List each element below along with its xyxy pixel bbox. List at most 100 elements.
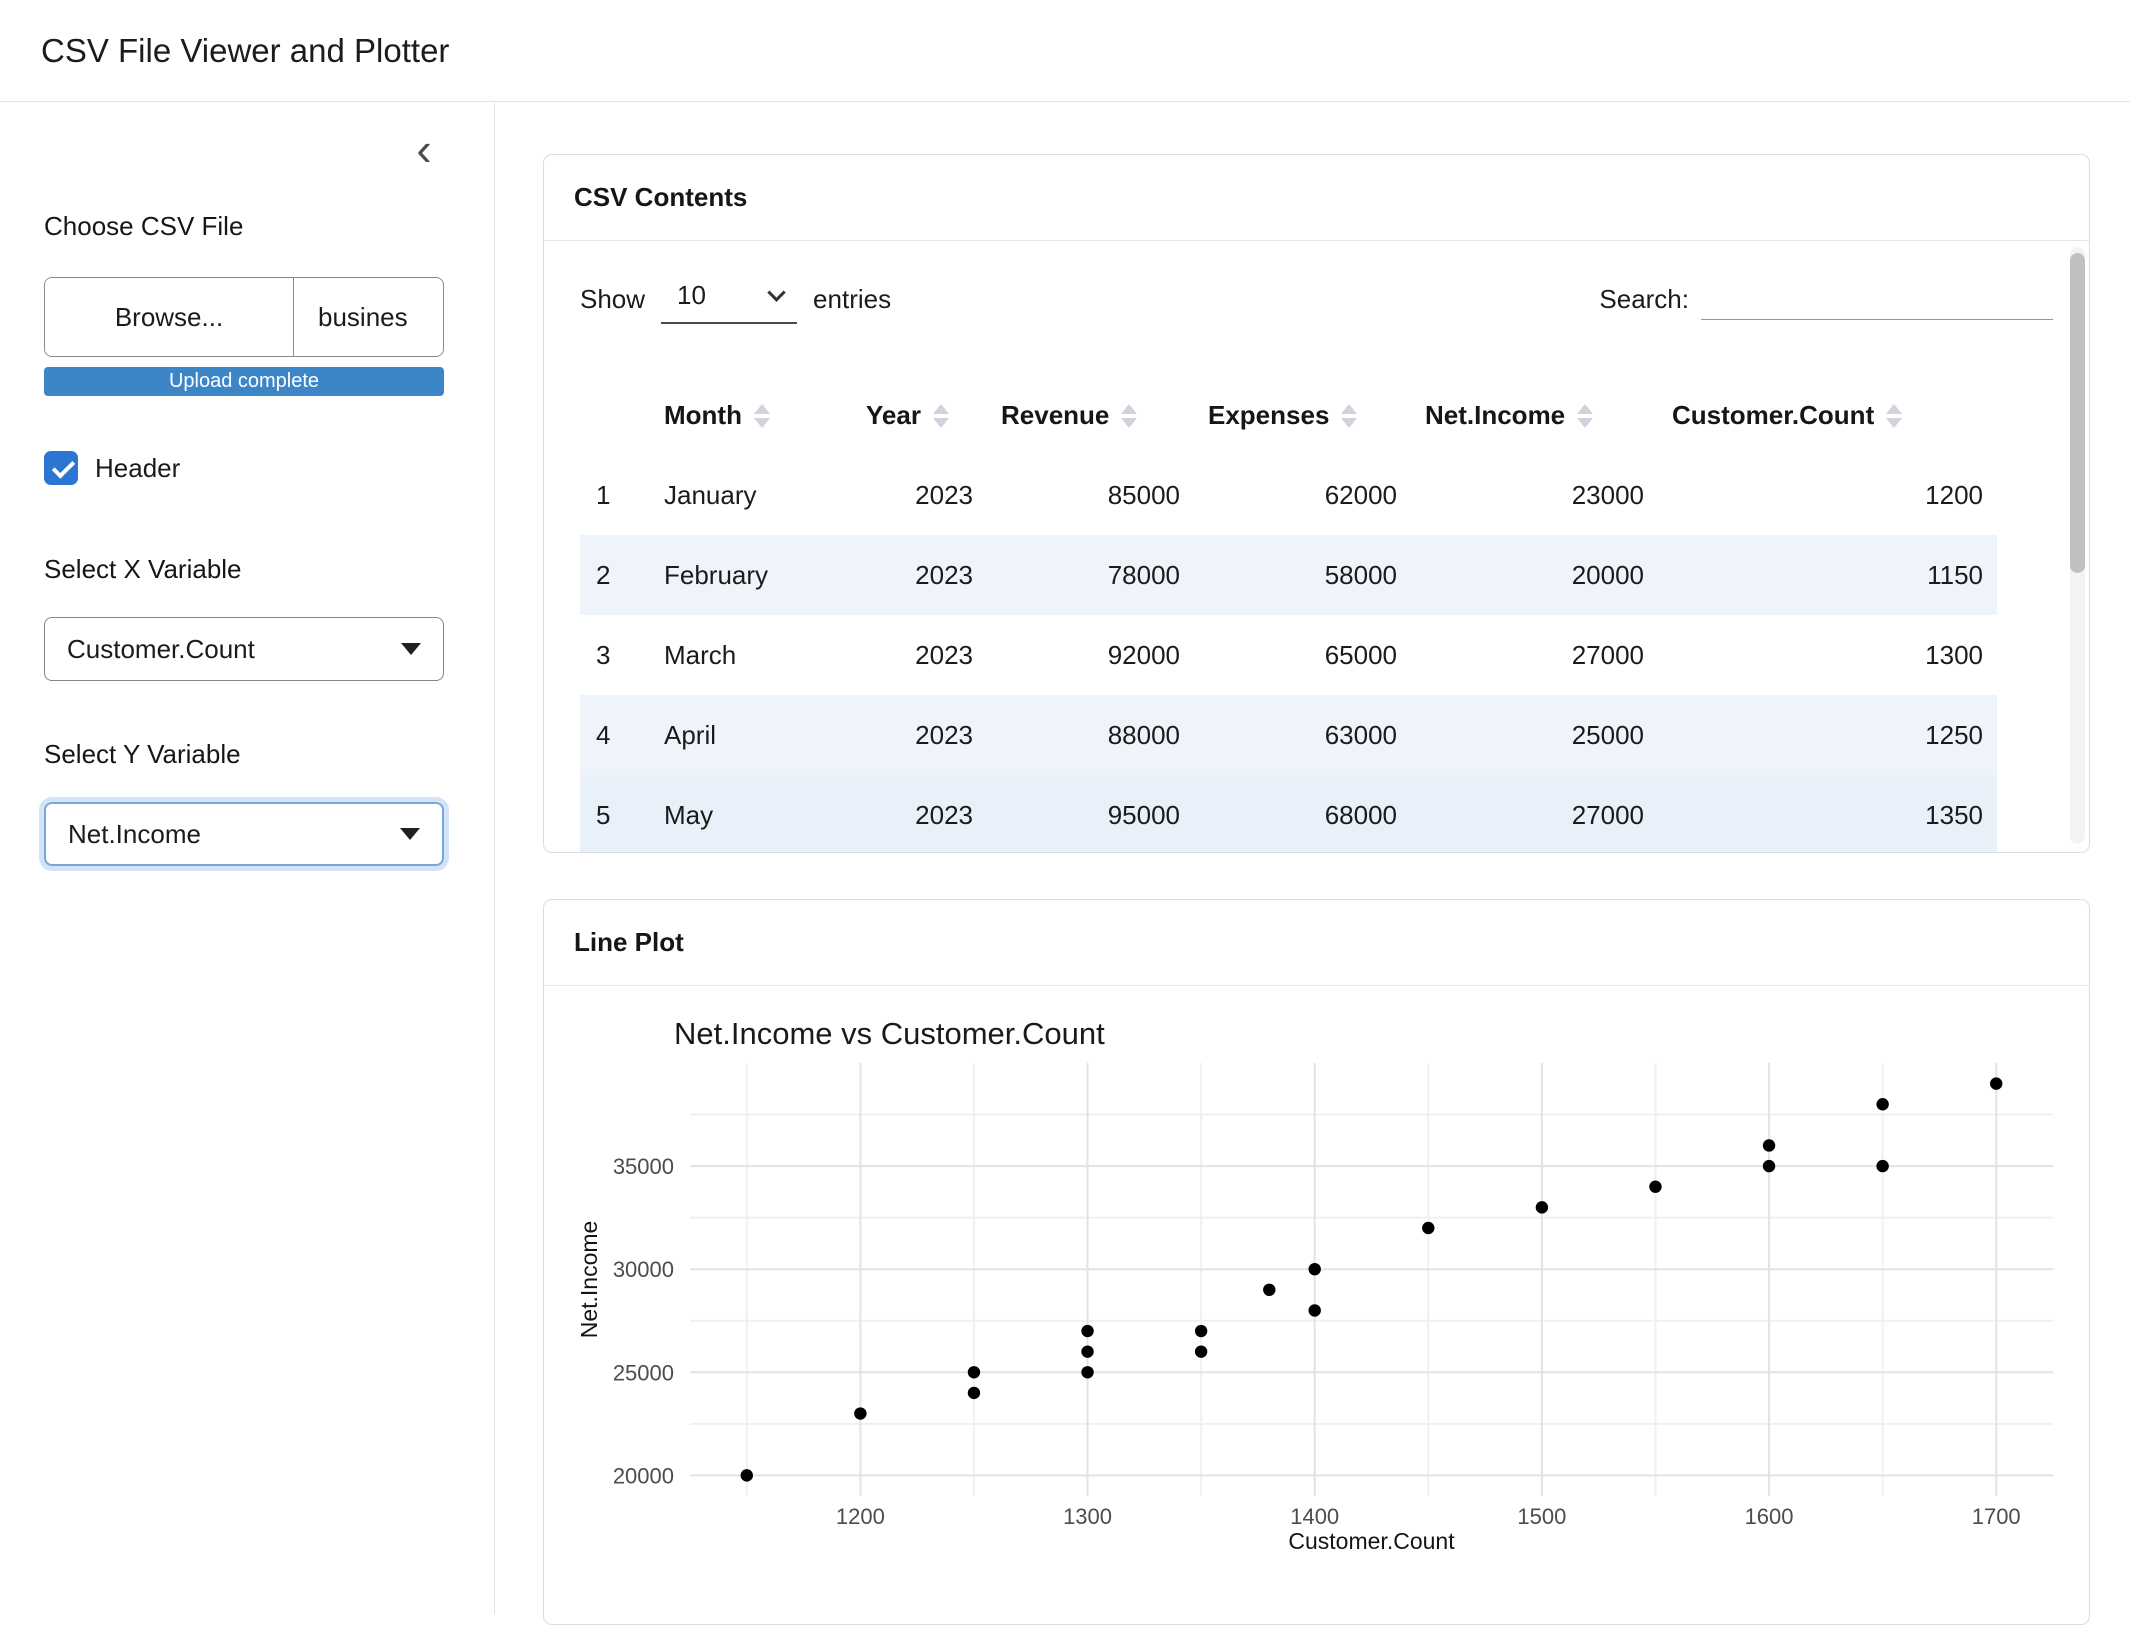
page-length-select[interactable]: 10 bbox=[661, 274, 797, 324]
y-variable-value: Net.Income bbox=[68, 819, 400, 850]
x-variable-value: Customer.Count bbox=[67, 634, 401, 665]
line-plot-card: Line Plot 200002500030000350001200130014… bbox=[543, 899, 2090, 1625]
header-checkbox-label: Header bbox=[95, 453, 180, 484]
chevron-down-icon bbox=[767, 283, 785, 301]
y-variable-select[interactable]: Net.Income bbox=[44, 802, 444, 866]
table-cell: April bbox=[650, 695, 852, 775]
table-cell: 25000 bbox=[1411, 695, 1658, 775]
search-control: Search: bbox=[1599, 278, 2053, 320]
column-header-revenue[interactable]: Revenue bbox=[987, 375, 1194, 455]
column-label: Month bbox=[664, 400, 742, 431]
data-point bbox=[968, 1387, 980, 1399]
scrollbar-thumb[interactable] bbox=[2070, 253, 2085, 573]
file-input: Browse... busines bbox=[44, 277, 444, 357]
data-point bbox=[1309, 1263, 1321, 1275]
column-header-year[interactable]: Year bbox=[852, 375, 987, 455]
data-point bbox=[854, 1407, 866, 1419]
table-cell: March bbox=[650, 615, 852, 695]
table-cell: 23000 bbox=[1411, 455, 1658, 535]
column-header-net-income[interactable]: Net.Income bbox=[1411, 375, 1658, 455]
table-cell: 62000 bbox=[1194, 455, 1411, 535]
scrollbar[interactable] bbox=[2070, 247, 2085, 844]
table-cell: 2023 bbox=[852, 455, 987, 535]
x-variable-select[interactable]: Customer.Count bbox=[44, 617, 444, 681]
data-point bbox=[1309, 1304, 1321, 1316]
table-cell: 2023 bbox=[852, 615, 987, 695]
table-cell: 27000 bbox=[1411, 615, 1658, 695]
csv-table-header-row: Month Year Revenue Expenses Net.Income Custom… bbox=[580, 375, 1997, 455]
column-label: Revenue bbox=[1001, 400, 1109, 431]
search-input[interactable] bbox=[1701, 278, 2053, 320]
table-cell: 2023 bbox=[852, 695, 987, 775]
app-title: CSV File Viewer and Plotter bbox=[41, 32, 449, 70]
y-tick-label: 30000 bbox=[613, 1257, 674, 1282]
table-cell: 1200 bbox=[1658, 455, 1997, 535]
table-cell: 88000 bbox=[987, 695, 1194, 775]
chevron-down-icon bbox=[401, 643, 421, 655]
scatter-plot: 2000025000300003500012001300140015001600… bbox=[544, 986, 2089, 1624]
table-cell: 1300 bbox=[1658, 615, 1997, 695]
plot-card-title: Line Plot bbox=[544, 900, 2089, 986]
browse-button[interactable]: Browse... bbox=[45, 278, 294, 356]
x-tick-label: 1700 bbox=[1972, 1504, 2021, 1529]
table-cell: 1250 bbox=[1658, 695, 1997, 775]
row-index-cell: 2 bbox=[580, 535, 650, 615]
sort-icon[interactable] bbox=[754, 404, 770, 428]
column-header-customer-count[interactable]: Customer.Count bbox=[1658, 375, 1997, 455]
data-point bbox=[741, 1469, 753, 1481]
data-point bbox=[1263, 1284, 1275, 1296]
data-point bbox=[968, 1366, 980, 1378]
csv-table: Month Year Revenue Expenses Net.Income Custom… bbox=[580, 375, 1997, 853]
x-axis-title: Customer.Count bbox=[1288, 1528, 1455, 1554]
search-label: Search: bbox=[1599, 284, 1689, 315]
x-select-label: Select X Variable bbox=[44, 554, 242, 585]
sidebar-collapse-button[interactable]: ‹ bbox=[398, 123, 450, 175]
row-index-cell: 4 bbox=[580, 695, 650, 775]
plot-title: Net.Income vs Customer.Count bbox=[674, 1016, 1105, 1051]
csv-contents-card: CSV Contents Show 10 entries Search: bbox=[543, 154, 2090, 853]
sort-icon[interactable] bbox=[1341, 404, 1357, 428]
y-tick-label: 35000 bbox=[613, 1154, 674, 1179]
entries-label: entries bbox=[813, 284, 891, 315]
column-header-month[interactable]: Month bbox=[650, 375, 852, 455]
y-select-label: Select Y Variable bbox=[44, 739, 241, 770]
column-label: Customer.Count bbox=[1672, 400, 1874, 431]
table-cell: 92000 bbox=[987, 615, 1194, 695]
table-row[interactable]: 2February20237800058000200001150 bbox=[580, 535, 1997, 615]
row-index-cell: 3 bbox=[580, 615, 650, 695]
column-label: Year bbox=[866, 400, 921, 431]
table-row[interactable]: 3March20239200065000270001300 bbox=[580, 615, 1997, 695]
data-point bbox=[1990, 1077, 2002, 1089]
table-cell: 95000 bbox=[987, 775, 1194, 853]
data-point bbox=[1081, 1325, 1093, 1337]
table-cell: 78000 bbox=[987, 535, 1194, 615]
table-controls: Show 10 entries Search: bbox=[580, 267, 2053, 331]
table-cell: February bbox=[650, 535, 852, 615]
header-checkbox[interactable] bbox=[44, 451, 78, 485]
data-point bbox=[1876, 1160, 1888, 1172]
data-point bbox=[1195, 1345, 1207, 1357]
column-header-expenses[interactable]: Expenses bbox=[1194, 375, 1411, 455]
table-row[interactable]: 1January20238500062000230001200 bbox=[580, 455, 1997, 535]
page-length-control: Show 10 entries bbox=[580, 274, 891, 324]
column-header-row-index[interactable] bbox=[580, 375, 650, 455]
table-cell: 65000 bbox=[1194, 615, 1411, 695]
sort-icon[interactable] bbox=[1886, 404, 1902, 428]
header-checkbox-row[interactable]: Header bbox=[44, 451, 180, 485]
file-name-field[interactable]: busines bbox=[294, 278, 443, 356]
table-row[interactable]: 5May20239500068000270001350 bbox=[580, 775, 1997, 853]
sort-icon[interactable] bbox=[1121, 404, 1137, 428]
x-tick-label: 1300 bbox=[1063, 1504, 1112, 1529]
table-cell: 27000 bbox=[1411, 775, 1658, 853]
app-header: CSV File Viewer and Plotter bbox=[0, 0, 2130, 102]
sort-icon[interactable] bbox=[933, 404, 949, 428]
data-point bbox=[1081, 1366, 1093, 1378]
table-row[interactable]: 4April20238800063000250001250 bbox=[580, 695, 1997, 775]
data-point bbox=[1649, 1181, 1661, 1193]
y-tick-label: 25000 bbox=[613, 1360, 674, 1385]
y-tick-label: 20000 bbox=[613, 1463, 674, 1488]
sort-icon[interactable] bbox=[1577, 404, 1593, 428]
table-cell: 68000 bbox=[1194, 775, 1411, 853]
column-label: Net.Income bbox=[1425, 400, 1565, 431]
chevron-down-icon bbox=[400, 828, 420, 840]
